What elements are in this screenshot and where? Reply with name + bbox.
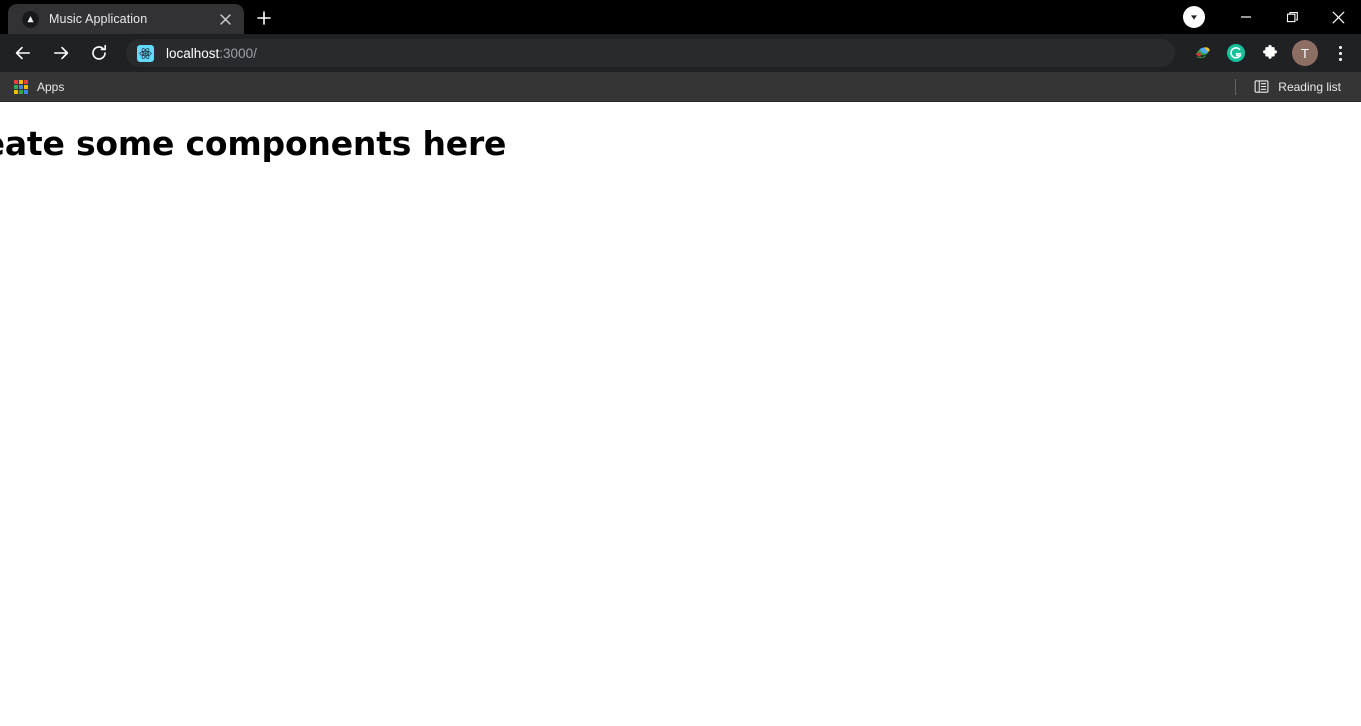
minimize-icon[interactable] — [1223, 0, 1269, 34]
bookmarks-bar: Apps Reading list — [0, 72, 1361, 102]
download-manager-extension-icon[interactable] — [1187, 38, 1217, 68]
page-viewport: Let's create some components here — [0, 102, 1361, 726]
three-dot-menu-icon[interactable] — [1327, 38, 1353, 68]
back-arrow-icon[interactable] — [7, 37, 39, 69]
browser-tab-music-application[interactable]: Music Application — [8, 4, 244, 34]
menu-dot — [1338, 51, 1342, 55]
profile-avatar[interactable]: T — [1292, 40, 1318, 66]
page-title: Let's create some components here — [0, 124, 507, 163]
extensions-puzzle-icon[interactable] — [1255, 38, 1285, 68]
close-window-icon[interactable] — [1315, 0, 1361, 34]
bookmark-apps-label: Apps — [37, 79, 65, 94]
forward-arrow-icon[interactable] — [45, 37, 77, 69]
grammarly-extension-icon[interactable] — [1221, 38, 1251, 68]
bookmark-apps[interactable]: Apps — [6, 76, 72, 98]
tab-title: Music Application — [49, 12, 148, 26]
reading-list-button[interactable]: Reading list — [1246, 76, 1349, 98]
reading-list-label: Reading list — [1278, 79, 1341, 94]
maximize-icon[interactable] — [1269, 0, 1315, 34]
react-logo-icon — [137, 44, 154, 62]
address-bar-host: localhost — [166, 45, 220, 61]
close-icon[interactable] — [216, 10, 234, 28]
download-chevron-icon[interactable] — [1183, 6, 1205, 28]
menu-dot — [1338, 45, 1342, 49]
toolbar-actions: T — [1185, 38, 1353, 68]
tab-list: Music Application — [0, 0, 278, 34]
address-bar-path: :3000/ — [219, 45, 257, 61]
reading-list-icon — [1254, 79, 1269, 94]
music-triangle-favicon — [22, 10, 39, 28]
browser-window: Music Application localhost:3000/ T Apps… — [0, 0, 1361, 726]
browser-toolbar: localhost:3000/ T — [0, 34, 1361, 72]
menu-dot — [1338, 57, 1342, 61]
tab-strip: Music Application — [0, 0, 1361, 34]
new-tab-button[interactable] — [250, 4, 278, 32]
window-controls — [1183, 0, 1361, 34]
address-bar[interactable]: localhost:3000/ — [126, 39, 1175, 67]
apps-grid-icon — [14, 79, 28, 94]
reload-icon[interactable] — [83, 37, 115, 69]
tab-strip-drag-area — [278, 0, 1183, 34]
profile-initial: T — [1301, 45, 1309, 61]
bookmarks-divider — [1235, 78, 1237, 95]
address-bar-url: localhost:3000/ — [166, 46, 257, 61]
